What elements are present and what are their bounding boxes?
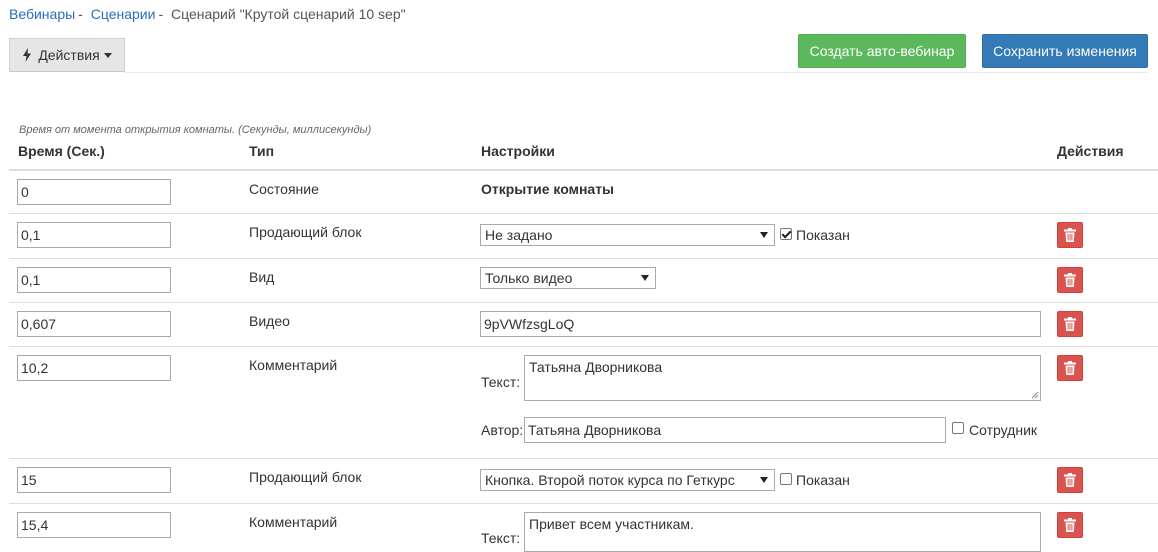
actions-dropdown-label: Действия <box>38 47 100 63</box>
row-type: Комментарий <box>249 514 338 530</box>
comment-text-value: Привет всем участникам. <box>529 516 694 532</box>
breadcrumb-webinars-link[interactable]: Вебинары <box>9 6 75 22</box>
breadcrumb-separator: - <box>158 6 164 22</box>
breadcrumb: Вебинары - Сценарии - Сценарий "Крутой сце… <box>9 6 406 22</box>
view-select[interactable]: Только видео <box>480 267 656 289</box>
comment-text-value: Татьяна Дворникова <box>529 359 663 375</box>
time-input[interactable]: 0,607 <box>17 311 171 337</box>
shown-checkbox[interactable] <box>780 473 792 485</box>
breadcrumb-current: Сценарий "Крутой сценарий 10 sep" <box>171 6 406 22</box>
row-divider <box>9 346 1158 347</box>
toolbar-divider <box>125 72 1148 73</box>
row-type: Видео <box>249 313 290 329</box>
column-header-settings: Настройки <box>481 143 555 159</box>
row-divider <box>9 302 1158 303</box>
breadcrumb-scenarios-link[interactable]: Сценарии <box>91 6 156 22</box>
row-settings-text: Открытие комнаты <box>481 181 614 197</box>
breadcrumb-separator: - <box>78 6 83 22</box>
staff-checkbox[interactable] <box>952 422 964 434</box>
delete-row-button[interactable] <box>1057 267 1083 293</box>
time-input[interactable]: 0,1 <box>17 267 171 293</box>
select-value: Кнопка. Второй поток курса по Геткурс <box>485 472 735 488</box>
comment-author-label: Автор: <box>481 422 524 438</box>
comment-text-textarea[interactable]: Привет всем участникам. <box>524 512 1041 552</box>
delete-row-button[interactable] <box>1057 467 1083 493</box>
comment-text-label: Текст: <box>481 374 521 390</box>
save-changes-button[interactable]: Сохранить изменения <box>982 34 1148 68</box>
trash-icon <box>1064 518 1076 532</box>
staff-checkbox-label: Сотрудник <box>969 422 1038 438</box>
selling-block-select[interactable]: Не задано <box>480 224 775 246</box>
comment-text-label: Текст: <box>481 530 521 546</box>
row-divider <box>9 258 1158 259</box>
row-type: Продающий блок <box>249 224 362 240</box>
select-arrow-icon <box>760 232 768 238</box>
select-value: Не задано <box>485 227 553 243</box>
time-input[interactable]: 10,2 <box>17 355 171 381</box>
row-type: Состояние <box>249 181 319 197</box>
select-arrow-icon <box>760 477 768 483</box>
trash-icon <box>1064 228 1076 242</box>
select-arrow-icon <box>641 275 649 281</box>
shown-checkbox-label: Показан <box>796 227 850 243</box>
shown-checkbox[interactable] <box>780 228 792 240</box>
comment-text-textarea[interactable]: Татьяна Дворникова <box>524 355 1041 401</box>
row-type: Продающий блок <box>249 469 362 485</box>
trash-icon <box>1064 273 1076 287</box>
trash-icon <box>1064 317 1076 331</box>
delete-row-button[interactable] <box>1057 222 1083 248</box>
create-auto-webinar-button[interactable]: Создать авто-вебинар <box>798 34 966 68</box>
resize-grip-icon[interactable] <box>1031 391 1039 399</box>
row-divider <box>9 503 1158 504</box>
row-type: Комментарий <box>249 357 338 373</box>
delete-row-button[interactable] <box>1057 355 1083 381</box>
column-header-type: Тип <box>249 143 275 159</box>
delete-row-button[interactable] <box>1057 311 1083 337</box>
bolt-icon <box>23 48 32 62</box>
video-id-input[interactable]: 9pVWfzsgLoQ <box>480 311 1041 337</box>
row-divider <box>9 213 1158 214</box>
time-input[interactable]: 15 <box>17 467 171 493</box>
actions-dropdown-button[interactable]: Действия <box>9 38 125 72</box>
comment-author-input[interactable]: Татьяна Дворникова <box>524 417 946 443</box>
trash-icon <box>1064 361 1076 375</box>
time-input[interactable]: 15,4 <box>17 512 171 538</box>
column-header-actions: Действия <box>1057 143 1124 159</box>
selling-block-select[interactable]: Кнопка. Второй поток курса по Геткурс <box>480 469 775 491</box>
row-divider <box>9 458 1158 459</box>
shown-checkbox-label: Показан <box>796 472 850 488</box>
select-value: Только видео <box>485 270 573 286</box>
time-input[interactable]: 0,1 <box>17 222 171 248</box>
time-input[interactable]: 0 <box>17 179 171 205</box>
delete-row-button[interactable] <box>1057 512 1083 538</box>
column-header-time: Время (Сек.) <box>18 143 105 159</box>
table-header-divider <box>9 169 1158 171</box>
row-type: Вид <box>249 269 275 285</box>
trash-icon <box>1064 473 1076 487</box>
caret-down-icon <box>103 52 112 58</box>
time-hint: Время от момента открытия комнаты. (Секу… <box>19 124 372 136</box>
